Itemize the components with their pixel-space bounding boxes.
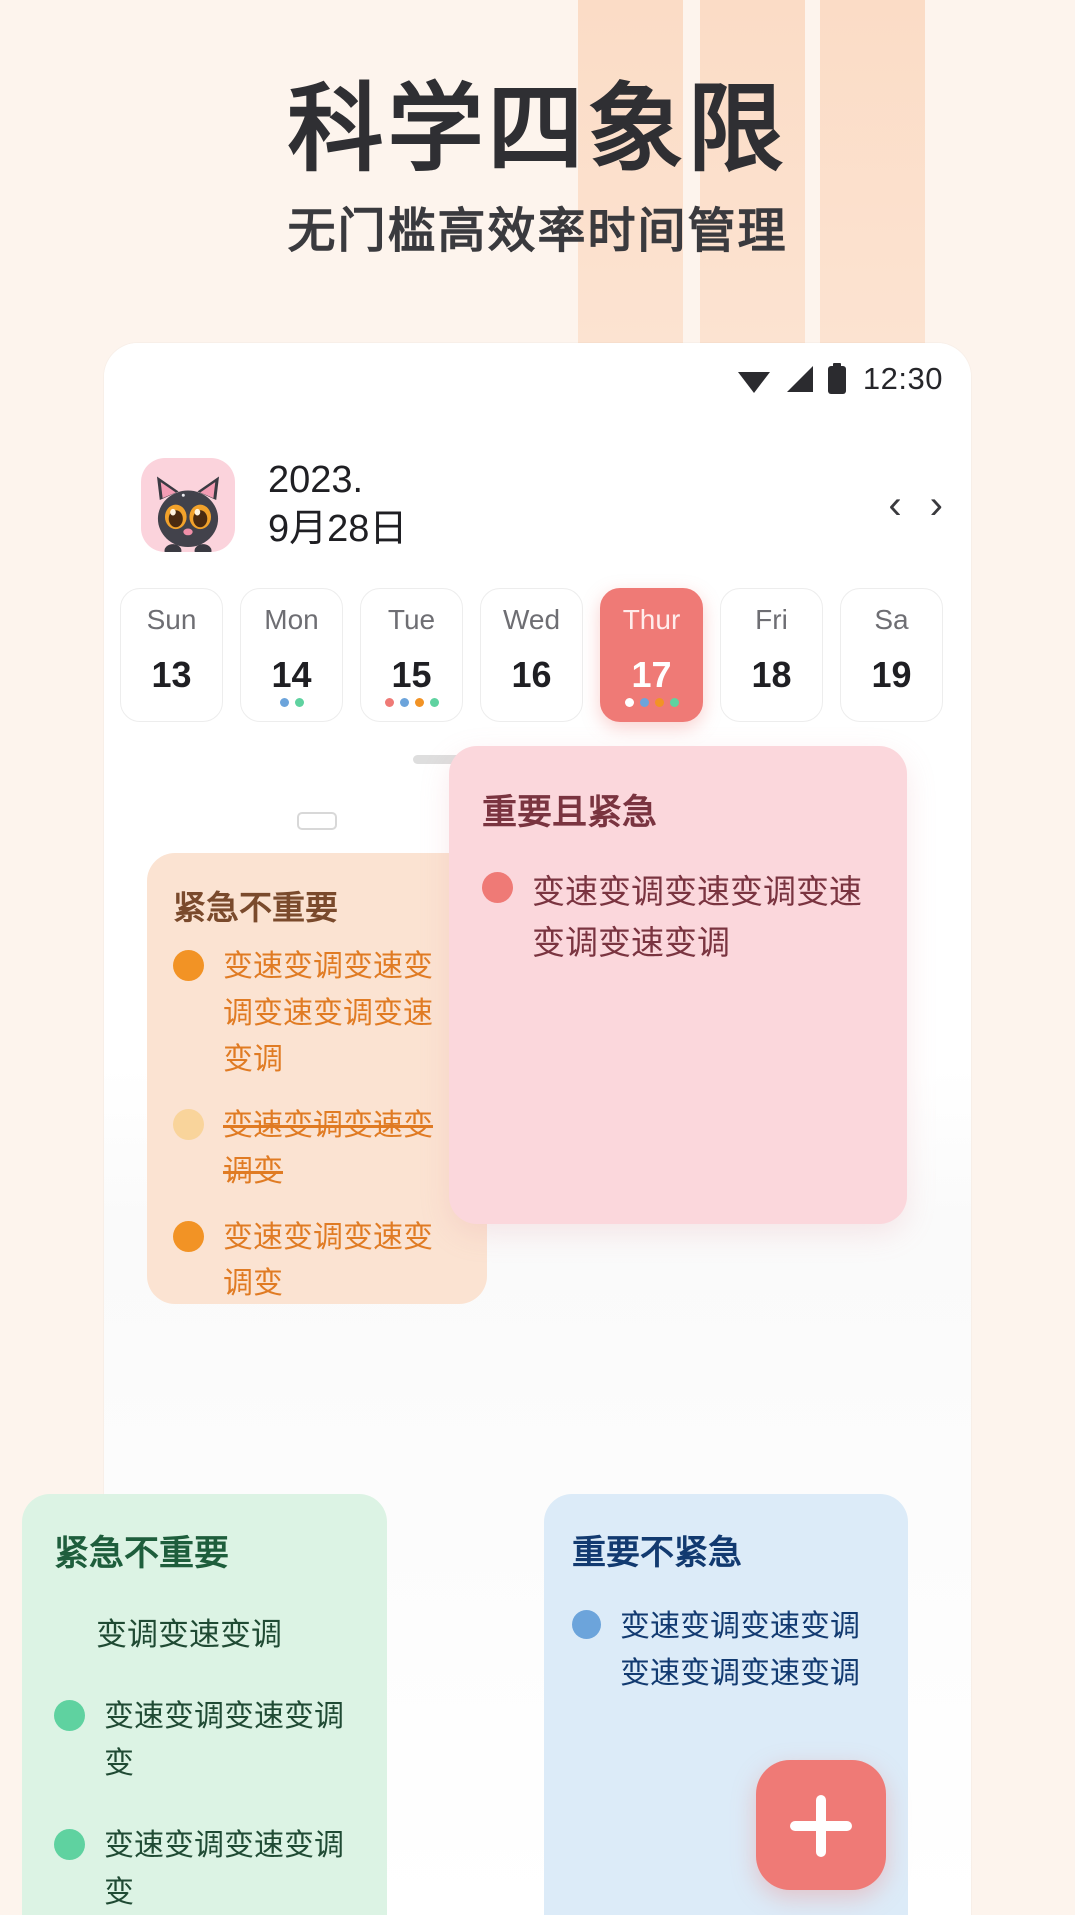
card-title: 重要不紧急 — [572, 1534, 742, 1572]
next-day-button[interactable]: › — [930, 485, 943, 525]
task-indicator-dot — [624, 698, 634, 707]
week-day-name: Mon — [264, 604, 319, 635]
battery-icon — [827, 363, 846, 394]
task-text: 变速变调变速变调变 — [223, 1108, 433, 1189]
hero-subtitle: 无门槛高效率时间管理 — [287, 204, 788, 258]
task-status-bullet[interactable] — [54, 1700, 85, 1732]
week-day-name: Wed — [502, 604, 561, 635]
add-task-fab[interactable]: + — [756, 1760, 886, 1890]
status-clock: 12:30 — [862, 361, 943, 396]
task-item[interactable]: 变速变调变速变调变 — [173, 1215, 461, 1305]
week-day-name: Tue — [387, 604, 436, 635]
task-text: 变速变调变速变调变 — [104, 1700, 344, 1780]
task-item[interactable]: 变速变调变速变调变 — [54, 1694, 355, 1787]
task-status-bullet[interactable] — [173, 1220, 204, 1252]
task-indicator-dots — [601, 698, 702, 707]
date-header: 2023. 9月28日 ‹ › — [141, 440, 943, 570]
week-day-name: Thur — [622, 604, 681, 635]
task-indicator-dot — [669, 698, 679, 707]
task-text: 变速变调变速变调变速变调变速变调 — [223, 950, 433, 1076]
card-title: 紧急不重要 — [173, 889, 338, 926]
task-indicator-dot — [294, 698, 304, 707]
task-text: 变速变调变速变调变 — [104, 1829, 344, 1909]
cat-avatar[interactable] — [141, 458, 235, 552]
task-indicator-dot — [384, 698, 394, 707]
task-list: 变速变调变速变调变 变速变调变速变调变 — [54, 1694, 355, 1915]
task-item[interactable]: 变速变调变速变调变速变调变速变调 — [173, 944, 461, 1084]
quadrant-card-urgent-not-important-bottom[interactable]: 紧急不重要 变调变速变调 变速变调变速变调变 变速变调变速变调变 — [22, 1494, 387, 1915]
week-strip[interactable]: Sun 13 Mon 14 Tue 15 Wed 16 Thur 17 Fri 18 Sa 19 — [104, 588, 971, 728]
week-day-name: Fri — [755, 604, 788, 635]
card-drag-handle[interactable] — [297, 812, 337, 830]
week-day-name: Sun — [146, 604, 197, 635]
wifi-icon — [737, 372, 770, 393]
task-list: 变速变调变速变调变速变调变速变调变速变调变速变调变变速变调变速变调变变速变调变速… — [173, 944, 461, 1304]
task-status-bullet[interactable] — [54, 1829, 85, 1861]
prev-day-button[interactable]: ‹ — [888, 485, 901, 525]
task-indicator-dot — [654, 698, 664, 707]
task-text: 变速变调变速变调变速变调变速变调 — [532, 873, 862, 962]
task-indicator-dot — [429, 698, 439, 707]
week-day-name: Sa — [874, 604, 909, 635]
week-day-18[interactable]: Fri 18 — [720, 588, 823, 722]
card-title: 紧急不重要 — [54, 1534, 230, 1573]
hero-block: 科学四象限 无门槛高效率时间管理 — [0, 76, 1075, 260]
task-indicator-dots — [241, 698, 342, 707]
quadrant-card-urgent-not-important-top[interactable]: 紧急不重要 变速变调变速变调变速变调变速变调变速变调变速变调变 变速变调变速变调变… — [147, 853, 487, 1304]
week-day-16[interactable]: Wed 16 — [480, 588, 583, 722]
hero-title: 科学四象限 — [287, 76, 788, 183]
quadrant-card-important-urgent[interactable]: 重要且紧急 变速变调变速变调变速变调变速变调 — [449, 746, 907, 1224]
task-item[interactable]: 变速变调变速变调变速变调变速变调 — [482, 866, 874, 968]
week-day-17[interactable]: Thur 17 — [600, 588, 703, 722]
promo-screenshot: 科学四象限 无门槛高效率时间管理 12:30 2023. 9月28日 ‹ › S… — [0, 0, 1075, 1915]
week-day-number: 18 — [751, 654, 792, 695]
date-month-day: 9月28日 — [268, 508, 408, 550]
task-continuation-text: 变调变速变调 — [96, 1617, 282, 1652]
card-title: 重要且紧急 — [482, 793, 658, 832]
week-day-number: 14 — [271, 654, 312, 695]
task-item[interactable]: 变速变调变速变调变 — [173, 1103, 461, 1196]
date-year: 2023. — [268, 459, 364, 502]
week-day-number: 13 — [151, 654, 192, 695]
task-text: 变速变调变速变调变速变调变速变调 — [620, 1610, 860, 1690]
task-indicator-dot — [639, 698, 649, 707]
task-status-bullet[interactable] — [173, 1108, 204, 1140]
task-list: 变速变调变速变调变速变调变速变调 — [482, 866, 874, 968]
task-indicator-dots — [361, 698, 462, 707]
task-status-bullet[interactable] — [572, 1610, 601, 1639]
cellular-signal-icon — [786, 366, 813, 392]
task-item[interactable]: 变速变调变速变调变 — [54, 1823, 355, 1915]
week-day-13[interactable]: Sun 13 — [120, 588, 223, 722]
task-list: 变速变调变速变调变速变调变速变调 — [572, 1604, 880, 1697]
task-status-bullet[interactable] — [173, 950, 204, 981]
task-indicator-dot — [399, 698, 409, 707]
week-day-number: 17 — [631, 654, 672, 695]
task-status-bullet[interactable] — [482, 872, 513, 903]
week-day-number: 16 — [511, 654, 552, 695]
task-indicator-dot — [279, 698, 289, 707]
week-day-15[interactable]: Tue 15 — [360, 588, 463, 722]
week-day-14[interactable]: Mon 14 — [240, 588, 343, 722]
date-nav: ‹ › — [888, 485, 943, 525]
cat-avatar-icon — [156, 476, 220, 552]
task-text: 变速变调变速变调变 — [223, 1220, 433, 1301]
week-day-19[interactable]: Sa 19 — [840, 588, 943, 722]
task-item[interactable]: 变速变调变速变调变速变调变速变调 — [572, 1604, 880, 1697]
status-bar: 12:30 — [736, 361, 943, 397]
current-date[interactable]: 2023. 9月28日 — [268, 456, 407, 553]
task-indicator-dot — [414, 698, 424, 707]
week-day-number: 19 — [871, 654, 912, 695]
week-day-number: 15 — [391, 654, 432, 695]
